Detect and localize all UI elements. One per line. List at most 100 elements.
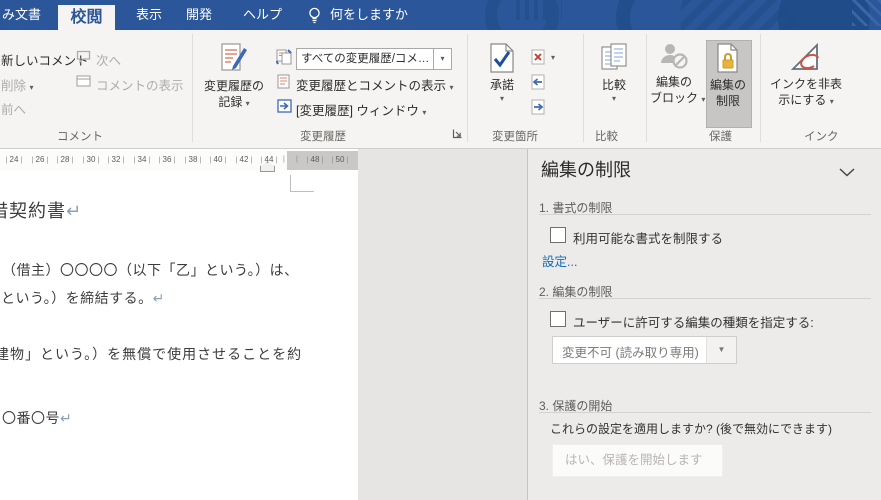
changes-group-label: 変更箇所 [492,131,538,143]
block-authors-icon [660,44,688,74]
ruler-number: 38 [183,155,203,164]
group-separator [646,34,647,142]
document-line: 〇番〇号↵ [2,411,73,427]
next-comment-icon [76,50,92,69]
compare-group-label: 比較 [595,131,618,143]
editing-type-label: ユーザーに許可する編集の種類を指定する: [573,316,814,330]
group-separator [760,34,761,142]
reviewing-pane-icon [277,99,292,118]
tab-review[interactable]: 校閲 [58,5,115,30]
section-divider [539,412,871,413]
block-authors-button[interactable]: 編集の ブロック ▾ [650,42,705,107]
ribbon: 新しいコメント 削除 ▾ 前へ 次へ コメントの表示 コメント 変更履歴の 記録… [0,30,881,149]
limit-formatting-checkbox[interactable] [550,227,566,243]
restrict-editing-icon [716,43,740,77]
ruler-number: 24 [4,155,24,164]
hide-ink-button[interactable]: インクを非表 示にする ▾ [768,42,844,109]
tell-me-box[interactable]: 何をしますか [330,0,408,30]
dropdown-arrow-icon[interactable]: ▼ [706,337,736,363]
display-for-review-dropdown-arrow[interactable]: ▾ [433,48,452,70]
editing-type-checkbox[interactable] [550,311,566,327]
titlebar-decoration-corner-stripes [852,0,881,26]
reject-button[interactable] [531,49,545,70]
margin-corner-mark [290,175,314,192]
accept-button[interactable]: 承諾 ▾ [478,43,526,103]
section-divider [539,298,871,299]
reject-dropdown-arrow[interactable]: ▾ [551,53,555,62]
ruler-number: 30 [81,155,101,164]
restrict-editing-button[interactable]: 編集の 制限 [706,43,750,109]
ruler-number: 36 [157,155,177,164]
hide-ink-icon [790,42,822,76]
chevron-down-icon: ▾ [422,108,427,117]
titlebar-decoration-stripes [516,0,562,20]
ruler-number: 44 [259,155,279,164]
ruler-number: 50 [330,155,350,164]
ruler-number: 42 [234,155,254,164]
tab-partial-left[interactable]: み文書 [2,0,41,30]
return-mark: ↵ [152,291,165,307]
ruler-number: 34 [132,155,152,164]
protect-group-label: 保護 [709,131,732,143]
chevron-down-icon: ▾ [29,83,34,92]
ruler-tick: | [296,156,298,163]
editing-type-dropdown-value: 変更不可 (読み取り専用) [562,346,699,360]
previous-comment-button[interactable]: 前へ [1,99,26,118]
reviewing-pane-button[interactable]: [変更履歴] ウィンドウ ▾ [296,100,426,119]
tab-help[interactable]: ヘルプ [243,0,282,30]
tab-developer[interactable]: 開発 [186,0,212,30]
formatting-settings-link[interactable]: 設定... [542,251,577,270]
document-line: という。）を締結する。↵ [1,291,165,307]
document-line: 建物」という。）を無償で使用させることを約 [0,347,303,363]
editing-type-dropdown[interactable]: 変更不可 (読み取り専用) ▼ [552,336,737,364]
chevron-down-icon: ▾ [245,98,250,108]
ruler-number: 40 [208,155,228,164]
ruler-number: 32 [106,155,126,164]
chevron-down-icon: ▾ [611,93,616,103]
chevron-down-icon: ▾ [701,94,706,104]
track-changes-button[interactable]: 変更履歴の 記録 ▾ [200,42,268,111]
document-title-line: 借契約書↵ [0,201,83,222]
section-divider [539,214,871,215]
show-comments-button[interactable]: コメントの表示 [96,75,184,94]
start-enforcing-protection-button[interactable]: はい、保護を開始します [552,444,723,477]
next-comment-button[interactable]: 次へ [96,50,121,69]
track-changes-icon [220,43,248,78]
ruler-number: 28 [55,155,75,164]
group-separator [192,34,193,142]
tracking-group-label: 変更履歴 [300,131,346,143]
accept-icon [490,43,514,77]
return-mark: ↵ [60,411,73,427]
pane-title: 編集の制限 [541,160,631,180]
compare-icon [600,43,628,77]
pane-collapse-chevron-icon[interactable] [839,164,855,182]
previous-change-button[interactable] [531,74,545,95]
display-for-review-icon [275,49,292,70]
chevron-down-icon: ▾ [449,83,454,92]
document-workspace: 24 26 28 30 32 34 36 38 40 42 44 | | 48 … [0,148,881,500]
tab-view[interactable]: 表示 [136,0,162,30]
document-line: （借主）〇〇〇〇（以下「乙」という。）は、 [2,263,299,279]
display-for-review-dropdown[interactable]: すべての変更履歴/コメ… [296,48,436,70]
lightbulb-icon [307,6,322,29]
tracking-dialog-launcher[interactable] [452,126,463,144]
compare-button[interactable]: 比較 ▾ [592,43,636,103]
group-separator [467,34,468,142]
next-change-button[interactable] [531,99,545,120]
limit-formatting-label: 利用可能な書式を制限する [573,232,724,246]
chevron-down-icon: ▾ [829,96,834,106]
delete-comment-button[interactable]: 削除 ▾ [1,75,34,94]
chevron-down-icon: ▾ [499,93,504,103]
ink-group-label: インク [804,131,839,143]
ruler-number: 48 [305,155,325,164]
title-bar: み文書 校閲 表示 開発 ヘルプ 何をしますか [0,0,881,30]
group-separator [583,34,584,142]
restrict-editing-pane: 編集の制限 1. 書式の制限 利用可能な書式を制限する 設定... 2. 編集の… [527,148,881,500]
show-markup-button[interactable]: 変更履歴とコメントの表示 ▾ [296,75,454,94]
show-comments-icon [76,75,92,93]
enforcement-question: これらの設定を適用しますか? (後で無効にできます) [550,422,833,436]
comments-group-label: コメント [57,131,103,143]
horizontal-ruler[interactable]: 24 26 28 30 32 34 36 38 40 42 44 | | 48 … [0,151,358,170]
ruler-tick: | [283,156,285,163]
ruler-number: 26 [30,155,50,164]
